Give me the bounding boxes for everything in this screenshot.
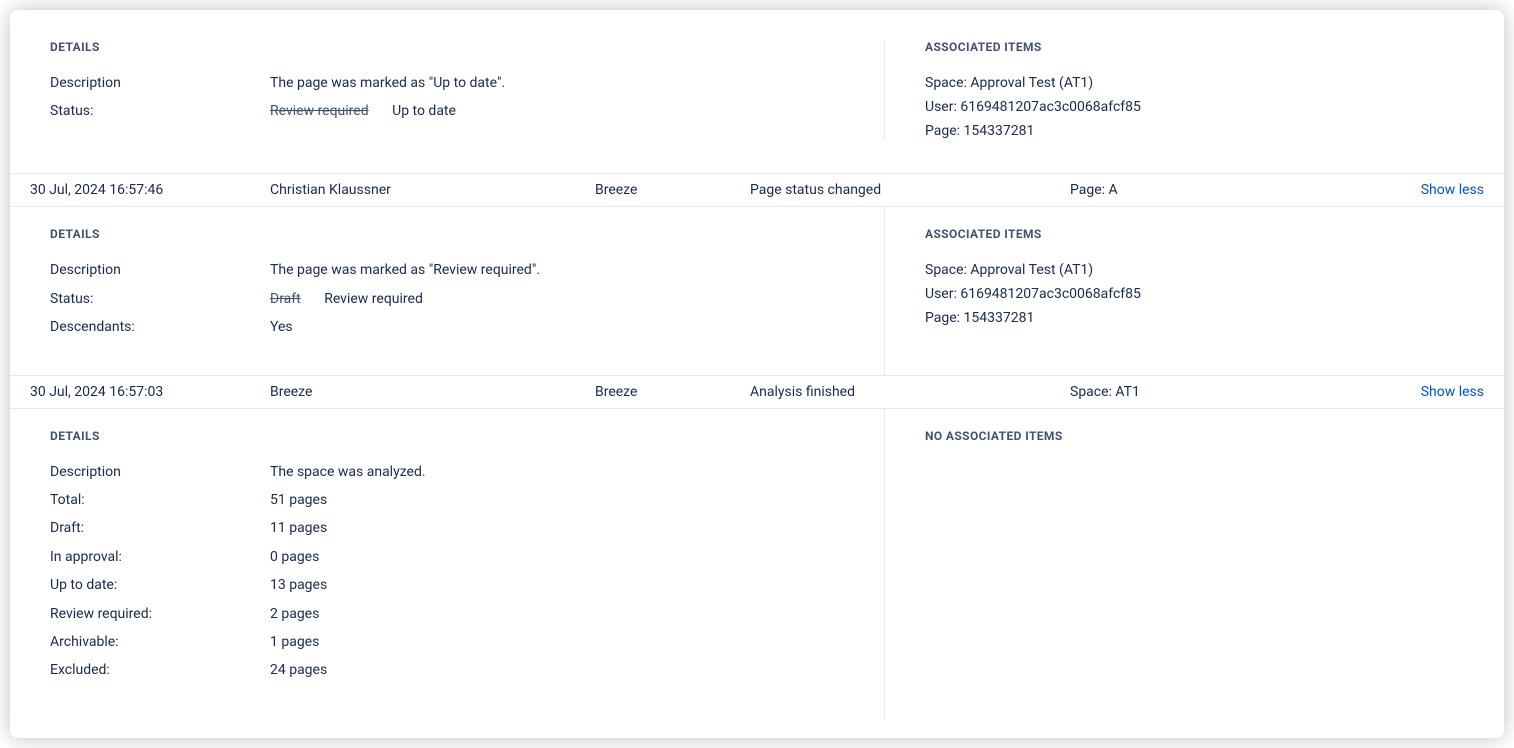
assoc-user: User: 6169481207ac3c0068afcf85 xyxy=(925,96,1484,120)
summary-action: Page status changed xyxy=(750,182,1070,198)
detail-row-status: Status: Draft Review required xyxy=(50,288,884,310)
activity-detail-1: DETAILS Description The page was marked … xyxy=(10,207,1504,374)
detail-row-description: Description The page was marked as "Revi… xyxy=(50,259,884,281)
detail-key: Description xyxy=(50,72,270,94)
summary-ref: Page: A xyxy=(1070,182,1394,198)
summary-user: Breeze xyxy=(270,384,595,400)
detail-row-review-required: Review required: 2 pages xyxy=(50,603,884,625)
assoc-user: User: 6169481207ac3c0068afcf85 xyxy=(925,283,1484,307)
detail-key: Status: xyxy=(50,100,270,122)
detail-row-status: Status: Review required Up to date xyxy=(50,100,885,122)
detail-row-archivable: Archivable: 1 pages xyxy=(50,631,884,653)
associated-items-heading: ASSOCIATED ITEMS xyxy=(925,40,1484,54)
summary-toggle-cell: Show less xyxy=(1394,384,1484,400)
detail-key: In approval: xyxy=(50,546,270,568)
detail-value: The page was marked as "Up to date". xyxy=(270,72,885,94)
show-less-link[interactable]: Show less xyxy=(1421,182,1484,198)
detail-key: Draft: xyxy=(50,517,270,539)
summary-app: Breeze xyxy=(595,384,750,400)
detail-value: 51 pages xyxy=(270,489,884,511)
summary-date: 30 Jul, 2024 16:57:46 xyxy=(30,182,270,198)
summary-date: 30 Jul, 2024 16:57:03 xyxy=(30,384,270,400)
detail-value: 11 pages xyxy=(270,517,884,539)
detail-value: Draft Review required xyxy=(270,288,884,310)
detail-value: Yes xyxy=(270,316,884,338)
assoc-space: Space: Approval Test (AT1) xyxy=(925,259,1484,283)
detail-value: 13 pages xyxy=(270,574,884,596)
assoc-space: Space: Approval Test (AT1) xyxy=(925,72,1484,96)
assoc-page: Page: 154337281 xyxy=(925,120,1484,144)
activity-summary-row[interactable]: 30 Jul, 2024 16:57:03 Breeze Breeze Anal… xyxy=(10,375,1504,409)
associated-items-heading: ASSOCIATED ITEMS xyxy=(925,227,1484,241)
detail-value: The page was marked as "Review required"… xyxy=(270,259,884,281)
detail-row-in-approval: In approval: 0 pages xyxy=(50,546,884,568)
summary-user: Christian Klaussner xyxy=(270,182,595,198)
detail-row-up-to-date: Up to date: 13 pages xyxy=(50,574,884,596)
details-heading: DETAILS xyxy=(50,429,884,443)
detail-value: 2 pages xyxy=(270,603,884,625)
activity-details-column: DETAILS Description The page was marked … xyxy=(10,20,885,173)
detail-value: 1 pages xyxy=(270,631,884,653)
associated-items-column: ASSOCIATED ITEMS Space: Approval Test (A… xyxy=(885,20,1504,173)
status-new: Review required xyxy=(324,291,423,307)
summary-ref: Space: AT1 xyxy=(1070,384,1394,400)
no-associated-items-heading: NO ASSOCIATED ITEMS xyxy=(925,429,1484,443)
detail-row-description: Description The page was marked as "Up t… xyxy=(50,72,885,94)
associated-items-column: NO ASSOCIATED ITEMS xyxy=(885,409,1504,718)
detail-key: Description xyxy=(50,259,270,281)
detail-value: 0 pages xyxy=(270,546,884,568)
activity-detail-2: DETAILS Description The space was analyz… xyxy=(10,409,1504,718)
detail-row-total: Total: 51 pages xyxy=(50,489,884,511)
status-old: Draft xyxy=(270,291,301,307)
activity-summary-row[interactable]: 30 Jul, 2024 16:57:46 Christian Klaussne… xyxy=(10,173,1504,207)
activity-details-column: DETAILS Description The page was marked … xyxy=(10,207,885,374)
detail-value: Review required Up to date xyxy=(270,100,885,122)
detail-value: 24 pages xyxy=(270,659,884,681)
detail-key: Review required: xyxy=(50,603,270,625)
summary-toggle-cell: Show less xyxy=(1394,182,1484,198)
activity-log-card: DETAILS Description The page was marked … xyxy=(10,10,1504,738)
detail-key: Description xyxy=(50,461,270,483)
details-heading: DETAILS xyxy=(50,40,885,54)
detail-row-draft: Draft: 11 pages xyxy=(50,517,884,539)
detail-key: Up to date: xyxy=(50,574,270,596)
assoc-page: Page: 154337281 xyxy=(925,307,1484,331)
detail-key: Descendants: xyxy=(50,316,270,338)
detail-key: Excluded: xyxy=(50,659,270,681)
associated-items-column: ASSOCIATED ITEMS Space: Approval Test (A… xyxy=(885,207,1504,374)
detail-key: Total: xyxy=(50,489,270,511)
summary-action: Analysis finished xyxy=(750,384,1070,400)
status-new: Up to date xyxy=(392,103,456,119)
show-less-link[interactable]: Show less xyxy=(1421,384,1484,400)
summary-app: Breeze xyxy=(595,182,750,198)
detail-value: The space was analyzed. xyxy=(270,461,884,483)
detail-row-description: Description The space was analyzed. xyxy=(50,461,884,483)
activity-detail-0: DETAILS Description The page was marked … xyxy=(10,20,1504,173)
detail-row-excluded: Excluded: 24 pages xyxy=(50,659,884,681)
status-old: Review required xyxy=(270,103,369,119)
detail-key: Archivable: xyxy=(50,631,270,653)
detail-row-descendants: Descendants: Yes xyxy=(50,316,884,338)
activity-details-column: DETAILS Description The space was analyz… xyxy=(10,409,885,718)
detail-key: Status: xyxy=(50,288,270,310)
details-heading: DETAILS xyxy=(50,227,884,241)
